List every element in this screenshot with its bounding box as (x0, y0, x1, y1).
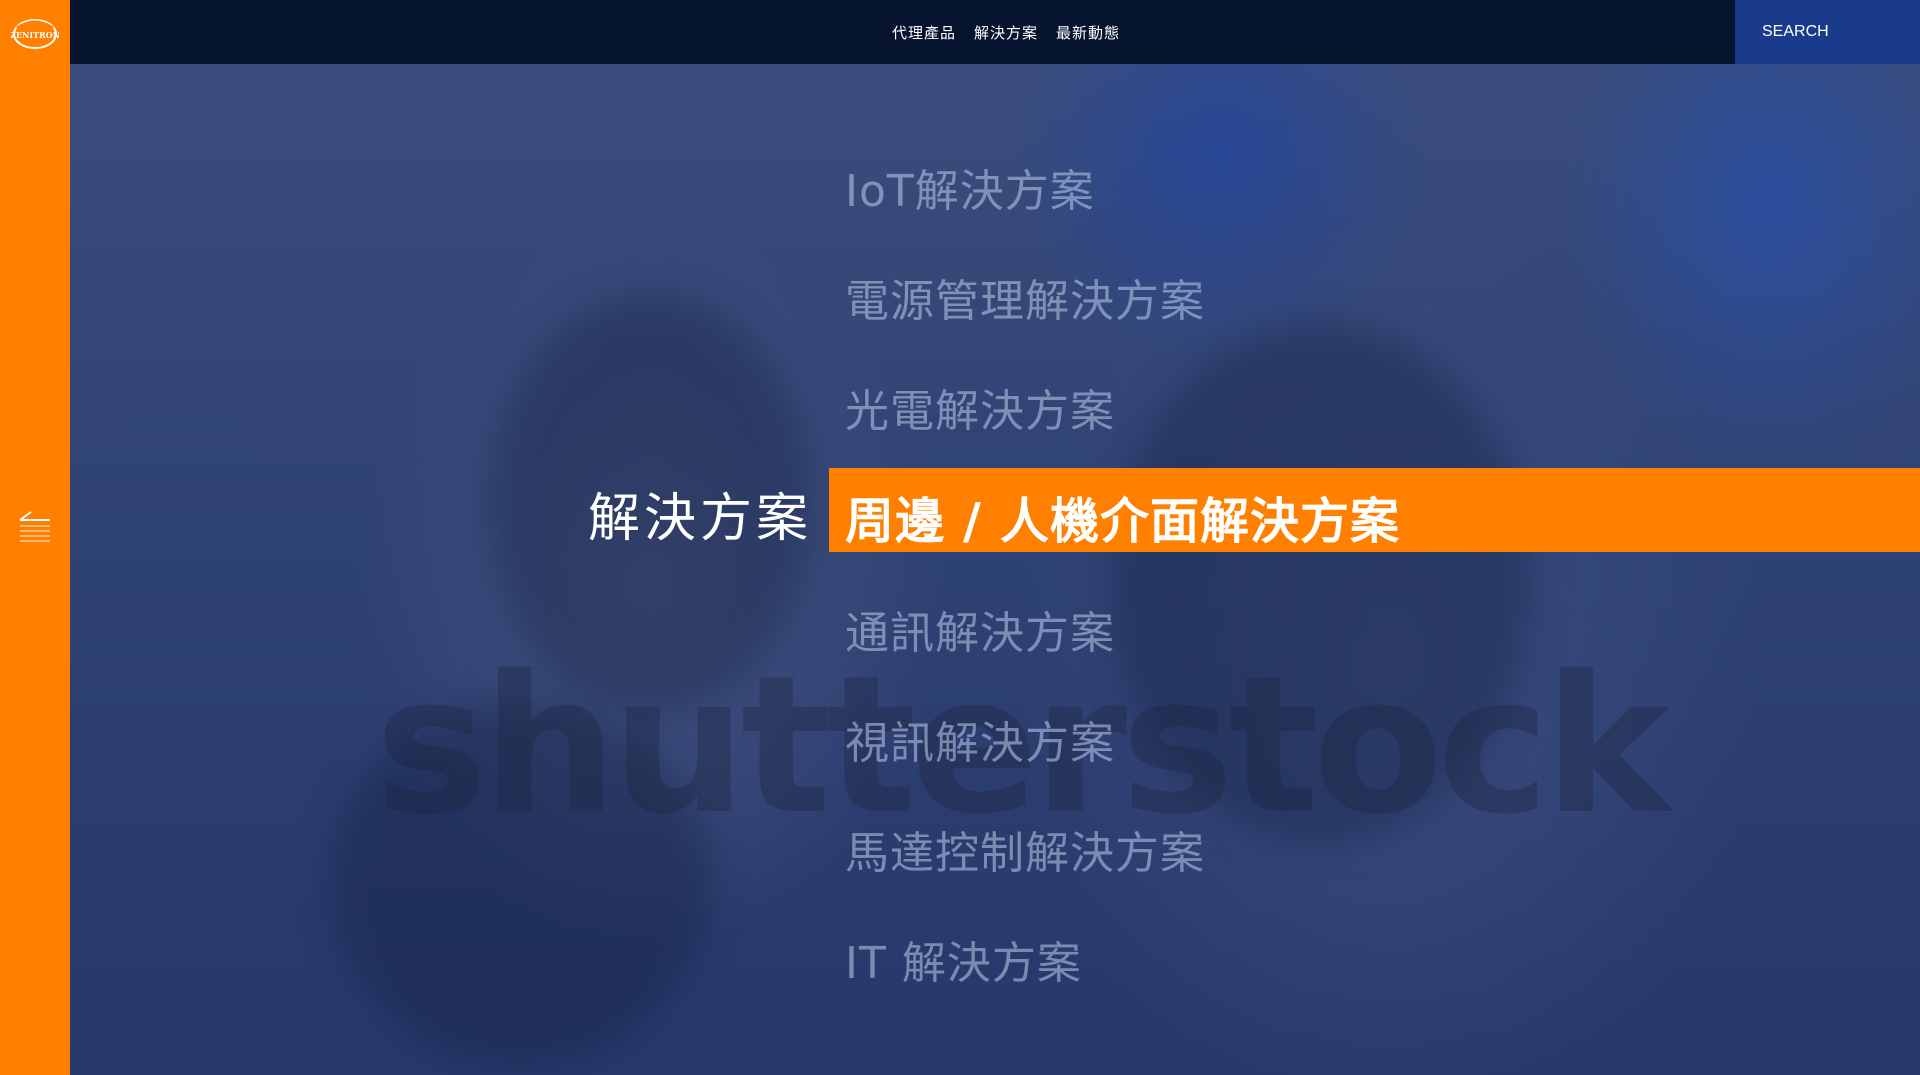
zenitron-logo[interactable]: ZENITRON (10, 16, 60, 52)
nav-item-solutions[interactable]: 解決方案 (974, 22, 1038, 43)
logo-icon: ZENITRON (10, 19, 60, 49)
logo-text: ZENITRON (11, 30, 59, 40)
main-nav: 代理產品 解決方案 最新動態 (892, 0, 1120, 64)
menu-item-optoelectronics[interactable]: 光電解決方案 (845, 375, 1115, 439)
nav-item-news[interactable]: 最新動態 (1056, 22, 1120, 43)
left-sidebar: ZENITRON (0, 0, 70, 1075)
menu-item-video[interactable]: 視訊解決方案 (845, 707, 1115, 771)
menu-item-iot[interactable]: IoT解決方案 (845, 155, 1095, 219)
search-box (1735, 0, 1920, 64)
menu-back-icon[interactable] (18, 508, 54, 544)
menu-item-power-management[interactable]: 電源管理解決方案 (845, 265, 1205, 329)
top-nav-bar: 代理產品 解決方案 最新動態 (70, 0, 1920, 64)
menu-item-communication[interactable]: 通訊解決方案 (845, 597, 1115, 661)
section-title: 解決方案 (587, 488, 812, 549)
menu-item-motor-control[interactable]: 馬達控制解決方案 (845, 817, 1205, 881)
nav-item-products[interactable]: 代理產品 (892, 22, 956, 43)
menu-item-it[interactable]: IT 解決方案 (845, 927, 1082, 991)
menu-item-peripheral-hmi[interactable]: 周邊 / 人機介面解決方案 (845, 482, 1400, 553)
search-input[interactable] (1735, 0, 1920, 64)
